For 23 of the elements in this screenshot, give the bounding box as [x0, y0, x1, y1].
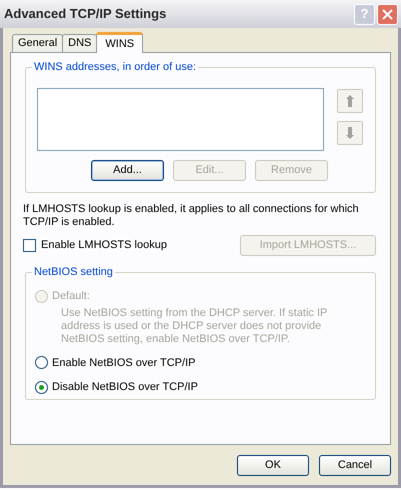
radio-label: Disable NetBIOS over TCP/IP [52, 380, 198, 395]
checkbox[interactable] [23, 239, 36, 252]
group-label: NetBIOS setting [32, 266, 115, 279]
option-description: Use NetBIOS setting from the DHCP server. If static IP address is used or the DHCP server does not provide NetBIOS setting, enable NetBIOS over TCP/IP. [60, 306, 328, 346]
close-button[interactable] [377, 4, 398, 24]
down-arrow-icon [345, 127, 355, 139]
info-text: If LMHOSTS lookup is enabled, it applies to all connections for which TCP/IP is enabled. [23, 203, 360, 229]
radio-button[interactable] [35, 356, 48, 370]
group-label: WINS addresses, in order of use: [32, 61, 198, 74]
wins-address-list[interactable] [37, 88, 324, 151]
window-title: Advanced TCP/IP Settings [4, 5, 168, 24]
close-icon [382, 8, 393, 20]
tab[interactable]: DNS [62, 34, 98, 52]
up-arrow-icon [345, 95, 355, 107]
dialog-button[interactable]: Cancel [319, 455, 391, 476]
tab[interactable]: WINS [96, 32, 144, 53]
checkbox-label: Enable LMHOSTS lookup [41, 238, 167, 254]
radio-button[interactable] [35, 380, 48, 394]
tab[interactable]: General [12, 34, 64, 52]
radio-label: Enable NetBIOS over TCP/IP [52, 356, 196, 370]
dialog-button[interactable]: OK [237, 455, 309, 476]
dialog-button[interactable]: Add... [91, 160, 164, 181]
radio-label: Default: [52, 289, 90, 304]
